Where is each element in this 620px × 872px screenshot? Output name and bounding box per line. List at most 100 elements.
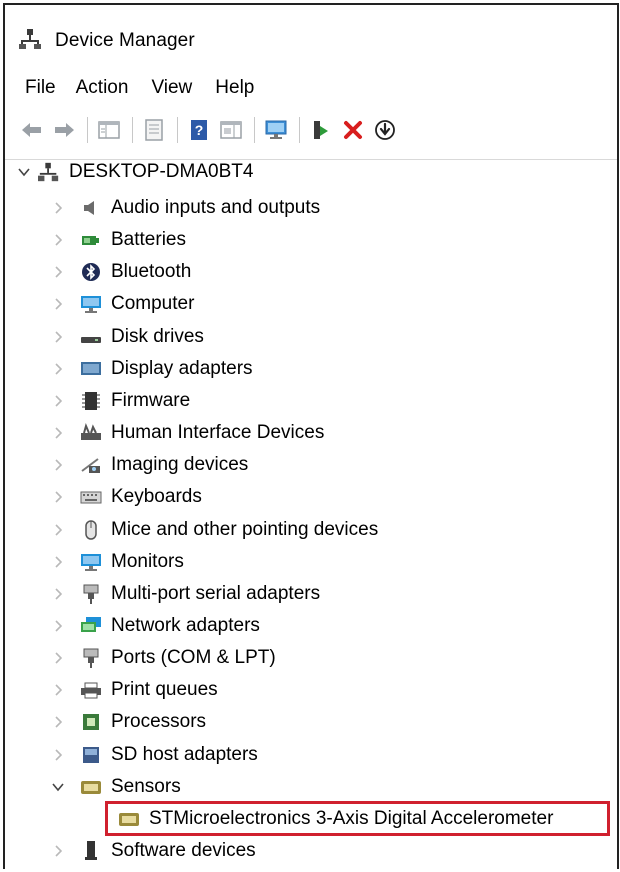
title-bar: Device Manager bbox=[19, 27, 195, 55]
tree-category-item[interactable]: Bluetooth bbox=[52, 257, 191, 287]
highlight-rectangle bbox=[105, 801, 610, 836]
tree-item-label: Keyboards bbox=[111, 486, 202, 507]
collapse-chevron-icon[interactable] bbox=[52, 707, 64, 737]
tree-item-label: SD host adapters bbox=[111, 744, 258, 765]
menu-file[interactable]: File bbox=[25, 77, 56, 99]
collapse-chevron-icon[interactable] bbox=[52, 322, 64, 352]
tree-category-item[interactable]: Human Interface Devices bbox=[52, 418, 324, 448]
collapse-chevron-icon[interactable] bbox=[52, 515, 64, 545]
monitor-icon bbox=[80, 293, 102, 315]
update-driver-icon[interactable] bbox=[308, 116, 334, 144]
disable-device-icon[interactable] bbox=[372, 116, 398, 144]
tree-category-item[interactable]: Imaging devices bbox=[52, 450, 248, 480]
collapse-chevron-icon[interactable] bbox=[52, 547, 64, 577]
computer-tree-icon bbox=[38, 161, 60, 183]
toolbar-separator bbox=[254, 117, 255, 143]
collapse-chevron-icon[interactable] bbox=[52, 450, 64, 480]
tree-item-label: Batteries bbox=[111, 229, 186, 250]
tree-item-label: Processors bbox=[111, 711, 207, 732]
menu-help[interactable]: Help bbox=[215, 77, 254, 99]
tree-category-item[interactable]: Sensors bbox=[52, 772, 181, 802]
tree-item-label: Disk drives bbox=[111, 326, 204, 347]
tree-category-item[interactable]: Processors bbox=[52, 707, 206, 737]
tree-item-label: Mice and other pointing devices bbox=[111, 519, 379, 540]
tree-category-item[interactable]: Batteries bbox=[52, 225, 186, 255]
expand-chevron-icon[interactable] bbox=[18, 157, 30, 187]
tree-item-label: Display adapters bbox=[111, 358, 253, 379]
tree-item-label: Bluetooth bbox=[111, 261, 192, 282]
tree-item-label: Sensors bbox=[111, 776, 181, 797]
toolbar-separator bbox=[177, 117, 178, 143]
tree-category-item[interactable]: Software devices bbox=[52, 836, 256, 866]
tree-category-item[interactable]: Display adapters bbox=[52, 354, 253, 384]
device-manager-icon bbox=[19, 28, 43, 55]
toolbar-separator bbox=[132, 117, 133, 143]
collapse-chevron-icon[interactable] bbox=[52, 354, 64, 384]
mouse-icon bbox=[80, 519, 102, 541]
tree-item-label: Software devices bbox=[111, 840, 256, 861]
properties-icon[interactable] bbox=[141, 116, 167, 144]
scan-hardware-icon[interactable] bbox=[263, 116, 289, 144]
collapse-chevron-icon[interactable] bbox=[52, 257, 64, 287]
tree-category-item[interactable]: Print queues bbox=[52, 675, 218, 705]
software-device-icon bbox=[80, 840, 102, 862]
tree-item-label: Network adapters bbox=[111, 615, 260, 636]
sensor-icon bbox=[80, 776, 102, 798]
collapse-chevron-icon[interactable] bbox=[52, 289, 64, 319]
expand-chevron-icon[interactable] bbox=[52, 772, 64, 802]
uninstall-x-icon[interactable] bbox=[340, 116, 366, 144]
tree-category-item[interactable]: Keyboards bbox=[52, 482, 202, 512]
collapse-chevron-icon[interactable] bbox=[52, 193, 64, 223]
tree-root-label: DESKTOP-DMA0BT4 bbox=[69, 161, 254, 182]
battery-icon bbox=[80, 229, 102, 251]
collapse-chevron-icon[interactable] bbox=[52, 643, 64, 673]
help-icon[interactable]: ? bbox=[186, 116, 212, 144]
display-adapter-icon bbox=[80, 358, 102, 380]
collapse-chevron-icon[interactable] bbox=[52, 225, 64, 255]
collapse-chevron-icon[interactable] bbox=[52, 579, 64, 609]
menu-bar: File Action View Help bbox=[15, 75, 277, 101]
tree-category-item[interactable]: SD host adapters bbox=[52, 740, 258, 770]
printer-icon bbox=[80, 679, 102, 701]
tree-item-label: Computer bbox=[111, 293, 195, 314]
collapse-chevron-icon[interactable] bbox=[52, 386, 64, 416]
tree-category-item[interactable]: Multi-port serial adapters bbox=[52, 579, 320, 609]
window-title: Device Manager bbox=[55, 30, 195, 51]
forward-arrow-icon[interactable] bbox=[51, 116, 77, 144]
view-resources-icon[interactable] bbox=[218, 116, 244, 144]
tree-category-item[interactable]: Network adapters bbox=[52, 611, 260, 641]
keyboard-icon bbox=[80, 486, 102, 508]
tree-category-item[interactable]: Audio inputs and outputs bbox=[52, 193, 320, 223]
collapse-chevron-icon[interactable] bbox=[52, 611, 64, 641]
collapse-chevron-icon[interactable] bbox=[52, 675, 64, 705]
tree-category-item[interactable]: Monitors bbox=[52, 547, 184, 577]
menu-action[interactable]: Action bbox=[76, 77, 129, 99]
tree-category-item[interactable]: Computer bbox=[52, 289, 194, 319]
bluetooth-icon bbox=[80, 261, 102, 283]
hid-icon bbox=[80, 422, 102, 444]
camera-icon bbox=[80, 454, 102, 476]
collapse-chevron-icon[interactable] bbox=[52, 482, 64, 512]
collapse-chevron-icon[interactable] bbox=[52, 836, 64, 866]
speaker-icon bbox=[80, 197, 102, 219]
menu-view[interactable]: View bbox=[151, 77, 192, 99]
tree-item-label: Firmware bbox=[111, 390, 191, 411]
chip-icon bbox=[80, 390, 102, 412]
tree-item-label: Ports (COM & LPT) bbox=[111, 647, 276, 668]
tree-item-label: Print queues bbox=[111, 679, 218, 700]
toolbar-separator bbox=[299, 117, 300, 143]
network-icon bbox=[80, 615, 102, 637]
collapse-chevron-icon[interactable] bbox=[52, 740, 64, 770]
tree-root[interactable]: DESKTOP-DMA0BT4 bbox=[18, 157, 253, 187]
back-arrow-icon[interactable] bbox=[19, 116, 45, 144]
show-hide-tree-icon[interactable] bbox=[96, 116, 122, 144]
tree-category-item[interactable]: Disk drives bbox=[52, 322, 204, 352]
tree-category-item[interactable]: Firmware bbox=[52, 386, 190, 416]
tree-item-label: Multi-port serial adapters bbox=[111, 583, 321, 604]
toolbar: ? bbox=[19, 114, 404, 146]
serial-port-icon bbox=[80, 583, 102, 605]
tree-item-label: Monitors bbox=[111, 551, 184, 572]
collapse-chevron-icon[interactable] bbox=[52, 418, 64, 448]
tree-category-item[interactable]: Ports (COM & LPT) bbox=[52, 643, 276, 673]
tree-category-item[interactable]: Mice and other pointing devices bbox=[52, 515, 378, 545]
